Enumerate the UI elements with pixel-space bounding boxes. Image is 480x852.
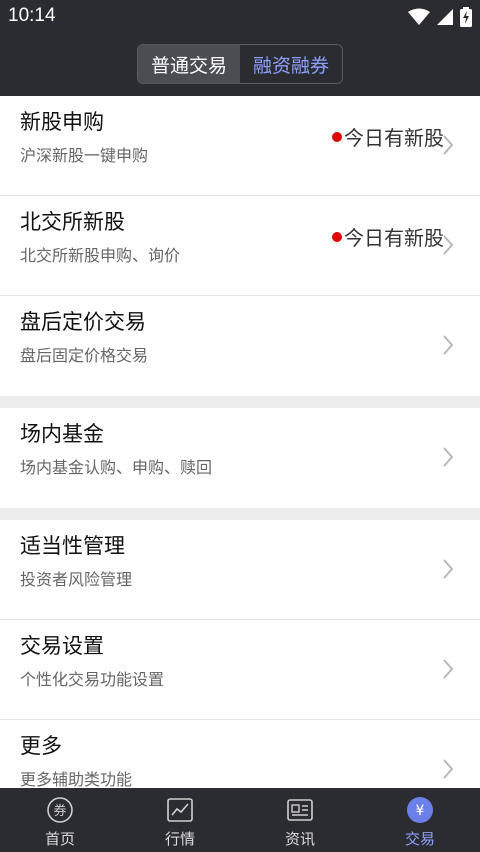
yen-icon: ¥ [407,797,433,823]
item-title: 更多 [20,734,62,758]
item-subtitle: 盘后固定价格交易 [20,346,149,365]
item-title: 新股申购 [20,110,104,134]
item-subtitle: 投资者风险管理 [20,570,133,589]
tab-trade[interactable]: ¥ 交易 [360,788,480,852]
tab-market[interactable]: 行情 [120,788,240,852]
status-bar: 10:14 [0,0,480,34]
item-title: 盘后定价交易 [20,310,146,334]
section-divider [0,396,480,408]
list-item-trade-settings[interactable]: 交易设置 个性化交易功能设置 [0,620,480,720]
list-item-after-hours-trade[interactable]: 盘后定价交易 盘后固定价格交易 [0,296,480,396]
item-title: 北交所新股 [20,210,125,234]
list-item-exchange-fund[interactable]: 场内基金 场内基金认购、申购、赎回 [0,408,480,508]
svg-text:券: 券 [53,803,66,819]
new-stock-badge: 今日有新股 [332,122,444,151]
tab-normal-trade[interactable]: 普通交易 [138,45,240,83]
tab-home[interactable]: 券 首页 [0,788,120,852]
red-dot-icon [332,131,342,142]
chevron-right-icon [443,135,454,155]
section-divider [0,508,480,520]
item-subtitle: 个性化交易功能设置 [20,670,165,689]
chevron-right-icon [443,235,454,255]
new-stock-badge: 今日有新股 [332,222,444,251]
chevron-right-icon [443,447,454,467]
list-item-more[interactable]: 更多 更多辅助类功能 [0,720,480,788]
chevron-right-icon [443,659,454,679]
item-subtitle: 场内基金认购、申购、赎回 [20,458,213,477]
tab-label: 行情 [164,830,195,848]
coupon-icon: 券 [47,797,73,823]
news-icon [287,799,313,821]
item-title: 交易设置 [20,634,104,658]
battery-icon [460,7,472,27]
status-time: 10:14 [8,5,56,26]
chevron-right-icon [443,559,454,579]
badge-text: 今日有新股 [344,226,444,250]
list-item-suitability[interactable]: 适当性管理 投资者风险管理 [0,520,480,620]
item-title: 场内基金 [20,422,104,446]
chevron-right-icon [443,759,454,779]
tab-label: 资讯 [284,830,315,848]
list-item-bse-ipo[interactable]: 北交所新股 北交所新股申购、询价 今日有新股 [0,196,480,296]
tab-news[interactable]: 资讯 [240,788,360,852]
tab-label: 首页 [44,830,75,848]
bottom-tab-bar: 券 首页 行情 资讯 ¥ 交易 [0,788,480,852]
item-subtitle: 更多辅助类功能 [20,770,133,788]
svg-text:¥: ¥ [416,803,425,819]
item-subtitle: 北交所新股申购、询价 [20,246,181,265]
chevron-right-icon [443,335,454,355]
tab-label: 交易 [404,830,435,848]
item-subtitle: 沪深新股一键申购 [20,146,149,165]
list-item-ipo-subscribe[interactable]: 新股申购 沪深新股一键申购 今日有新股 [0,96,480,196]
trade-type-switch: 普通交易 融资融券 [137,44,343,84]
header: 普通交易 融资融券 [0,34,480,96]
trade-menu: 新股申购 沪深新股一键申购 今日有新股 北交所新股 北交所新股申购、询价 今日有… [0,96,480,788]
status-icons [408,7,472,27]
chart-icon [167,798,193,822]
badge-text: 今日有新股 [344,126,444,150]
tab-margin-trade[interactable]: 融资融券 [240,45,342,83]
wifi-icon [408,8,430,25]
red-dot-icon [332,231,342,242]
signal-icon [437,9,453,25]
item-title: 适当性管理 [20,534,125,558]
